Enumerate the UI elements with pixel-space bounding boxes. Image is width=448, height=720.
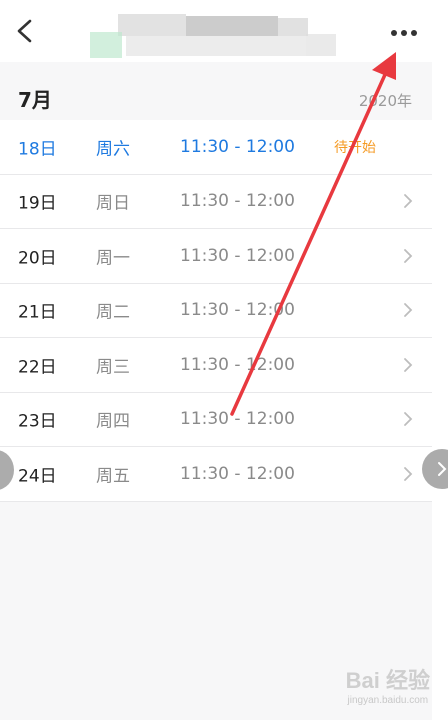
top-bar [0,0,432,62]
schedule-row[interactable]: 19日 周日 11:30 - 12:00 [0,174,432,229]
watermark: Bai 经验 jingyan.baidu.com [346,663,430,706]
row-time: 11:30 - 12:00 [180,191,295,212]
row-day: 18日 [18,139,57,160]
schedule-row[interactable]: 22日 周三 11:30 - 12:00 [0,338,432,393]
year-label: 2020年 [358,92,412,110]
status-badge: 待开始 [334,139,376,156]
right-edge-strip [432,0,448,720]
schedule-row[interactable]: 18日 周六 11:30 - 12:00 待开始 [0,120,432,175]
schedule-row[interactable]: 23日 周四 11:30 - 12:00 [0,392,432,447]
chevron-right-icon [438,462,447,476]
chevron-right-icon [404,357,413,372]
schedule-row[interactable]: 21日 周二 11:30 - 12:00 [0,283,432,338]
watermark-sub: jingyan.baidu.com [347,695,429,706]
schedule-list: 7月 2020年 18日 周六 11:30 - 12:00 待开始 19日 周日 11:30… [0,62,432,502]
row-weekday: 周六 [96,139,130,160]
row-time: 11:30 - 12:00 [180,245,295,266]
row-time: 11:30 - 12:00 [180,463,295,484]
row-time: 11:30 - 12:00 [180,354,295,375]
row-day: 24日 [18,466,57,487]
month-header: 7月 2020年 [0,62,432,120]
chevron-right-icon [404,303,413,318]
row-time: 11:30 - 12:00 [180,409,295,430]
back-arrow-icon[interactable] [14,18,36,44]
row-weekday: 周一 [96,248,130,269]
row-weekday: 周三 [96,357,130,378]
chevron-right-icon [404,412,413,427]
row-weekday: 周日 [96,193,130,214]
row-day: 22日 [18,357,57,378]
row-time: 11:30 - 12:00 [180,300,295,321]
row-weekday: 周五 [96,466,130,487]
chevron-right-icon [404,194,413,209]
schedule-row[interactable]: 24日 周五 11:30 - 12:00 [0,447,432,502]
watermark-main: Bai 经验 [345,668,430,693]
row-weekday: 周四 [96,411,130,432]
row-day: 19日 [18,193,57,214]
row-day: 21日 [18,302,57,323]
schedule-page: 7月 2020年 18日 周六 11:30 - 12:00 待开始 19日 周日 11:30… [0,0,448,720]
schedule-row[interactable]: 20日 周一 11:30 - 12:00 [0,229,432,284]
row-day: 20日 [18,248,57,269]
more-dots-icon[interactable] [384,18,424,48]
blurred-title [90,10,340,58]
row-day: 23日 [18,411,57,432]
row-time: 11:30 - 12:00 [180,136,295,157]
chevron-right-icon [404,248,413,263]
month-label: 7月 [18,88,52,112]
chevron-right-icon [404,466,413,481]
row-weekday: 周二 [96,302,130,323]
